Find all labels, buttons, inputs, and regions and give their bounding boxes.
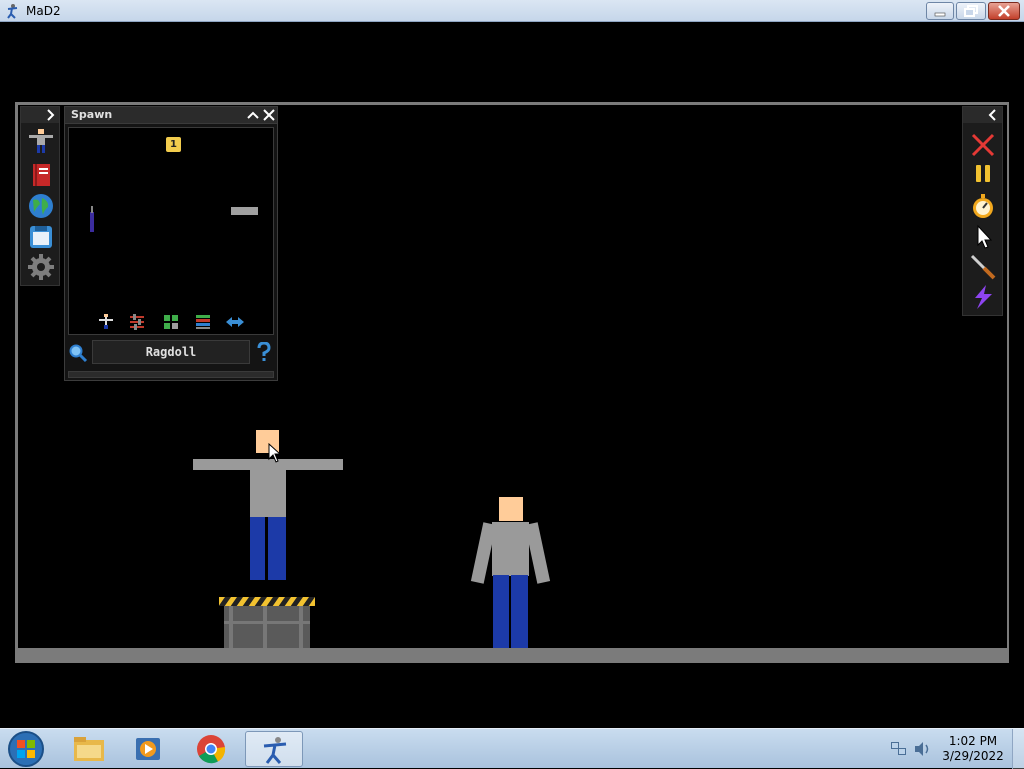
pointer-cursor-icon[interactable] [969,223,997,251]
spawn-search-bar: Ragdoll [68,339,274,365]
volume-icon[interactable] [914,741,932,757]
spawn-panel-header[interactable]: Spawn [65,107,277,124]
right-toolbar [962,106,1003,316]
knife-icon[interactable] [969,253,997,281]
chevron-left-icon[interactable] [988,109,998,121]
chrome-icon [197,735,226,764]
collapse-chevron-up-icon[interactable] [247,110,259,120]
ragdoll-left-leg[interactable] [493,575,509,648]
minimize-button[interactable] [926,2,954,20]
swap-arrows-icon[interactable] [224,314,246,330]
ragdoll-torso[interactable] [250,459,286,517]
window-title: MaD2 [26,4,61,18]
magnifier-icon[interactable] [68,343,88,363]
ragdoll-icon[interactable] [27,127,55,155]
restore-button[interactable] [956,2,986,20]
close-icon [998,5,1010,17]
spawn-panel-title: Spawn [71,108,113,121]
syringe-item-icon[interactable] [89,206,95,234]
ragdoll-right-leg[interactable] [268,517,286,580]
sliders-category-icon[interactable] [129,314,145,330]
spawn-panel: Spawn 1 Ragdoll [64,106,278,381]
ragdoll-head[interactable] [499,497,523,521]
taskbar-mad2-app[interactable] [245,731,303,767]
window-titlebar[interactable]: MaD2 [0,0,1024,22]
taskbar-media-player[interactable] [120,731,178,767]
ragdoll-right-leg[interactable] [511,575,528,648]
app-icon [7,4,18,19]
restore-icon [964,5,978,17]
lightning-icon[interactable] [969,283,997,311]
taskbar-file-explorer[interactable] [60,731,118,767]
left-toolbar [20,106,60,286]
clock-time: 1:02 PM [948,734,998,748]
question-mark-icon[interactable] [256,342,272,362]
ragdoll-left-leg[interactable] [250,517,265,580]
ragdoll-torso[interactable] [492,522,529,576]
spawn-panel-footer [68,371,274,378]
taskbar-chrome[interactable] [182,731,240,767]
media-player-icon [136,738,160,760]
taskbar: 1:02 PM 3/29/2022 [0,728,1024,769]
minimize-icon [934,12,946,17]
book-icon[interactable] [27,161,55,189]
stack-category-icon[interactable] [195,314,211,330]
grid-category-icon[interactable] [163,314,179,330]
show-desktop-button[interactable] [1012,729,1024,769]
spawn-item-grid: 1 [68,127,274,335]
delete-x-icon[interactable] [969,131,997,159]
taskbar-clock[interactable]: 1:02 PM 3/29/2022 [940,734,1006,764]
close-button[interactable] [988,2,1020,20]
start-orb-icon[interactable] [6,730,46,768]
close-panel-icon[interactable] [263,109,275,121]
plank-item-icon[interactable] [231,207,258,215]
mad2-app-icon [263,737,287,764]
page-number-badge[interactable]: 1 [166,137,181,152]
stopwatch-icon[interactable] [969,192,997,220]
mouse-cursor-icon [268,443,282,463]
file-explorer-icon [74,737,104,761]
save-icon[interactable] [27,223,55,251]
network-icon[interactable] [890,741,908,757]
ragdoll-category-icon[interactable] [98,314,114,330]
spawn-search-input[interactable]: Ragdoll [92,340,250,364]
chevron-right-icon[interactable] [45,109,55,121]
settings-gear-icon[interactable] [27,253,55,281]
pause-icon[interactable] [969,160,997,188]
left-toolbar-header [21,107,59,123]
clock-date: 3/29/2022 [942,749,1004,763]
right-toolbar-header [963,107,1002,123]
globe-icon[interactable] [27,192,55,220]
